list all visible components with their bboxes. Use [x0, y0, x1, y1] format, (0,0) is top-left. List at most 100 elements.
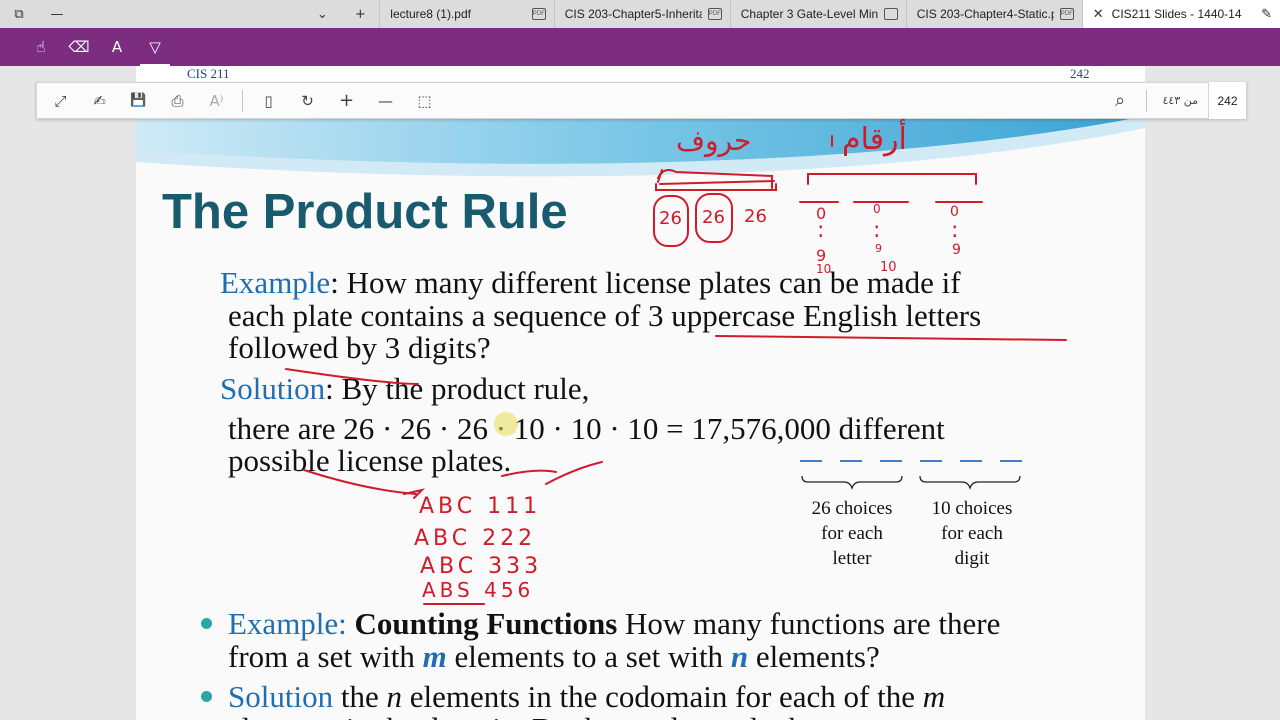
example2-line2: from a set with m elements to a set with…: [228, 639, 880, 675]
bullet: [201, 618, 212, 629]
caption-line: 26 choices: [811, 498, 893, 519]
slide-title: The Product Rule: [162, 185, 568, 239]
slide-page-number: 242: [1070, 66, 1090, 81]
example1-text: : How many different license plates can …: [330, 265, 961, 300]
pdf-icon: PDF: [1059, 8, 1074, 20]
example-label: Example: [220, 265, 331, 300]
solution2-line1: Solution the n elements in the codomain …: [228, 679, 945, 715]
eraser-icon[interactable]: ⌫: [60, 28, 98, 66]
restore-window-icon[interactable]: ⧉: [0, 0, 38, 28]
variable-n: n: [730, 639, 749, 674]
variable-n: n: [386, 679, 402, 714]
tab-label: CIS 203-Chapter5-Inheritan: [564, 7, 702, 21]
print-icon[interactable]: ⎙: [158, 82, 197, 119]
window-icon: [883, 8, 898, 20]
solution-label: Solution: [220, 371, 326, 406]
solution1-text: : By the product rule,: [325, 371, 590, 406]
pdf-toolbar: ⤢ ✍ 💾 ⎙ A⁾ ▯ ↻ + — ⬚ ⌕ من ٤٤٣ 242: [36, 82, 1247, 119]
ink-row-abs-456: ABS 456: [422, 578, 535, 602]
tab-label: Chapter 3 Gate-Level Minim: [740, 7, 878, 21]
tab-cis203-chapter4[interactable]: CIS 203-Chapter4-Static.pdf PDF: [905, 0, 1082, 28]
blank-dash: [880, 460, 902, 462]
slide-header-swoosh: [136, 106, 1145, 177]
page-view-icon[interactable]: ▯: [249, 82, 288, 119]
solution2-text: elements in the codomain for each of the: [401, 679, 923, 714]
digit-choices-caption: 10 choices for each digit: [917, 496, 1027, 571]
slide-page: CIS 211 242 The Product Rule Example: Ho…: [136, 66, 1145, 720]
blank-dash: [960, 460, 982, 462]
zoom-in-icon[interactable]: +: [327, 82, 366, 119]
caption-line: 10 choices: [931, 498, 1013, 519]
zoom-out-icon[interactable]: —: [366, 82, 405, 119]
browser-tab-bar: ⧉ — ⌄ + lecture8 (1).pdf PDF CIS 203-Cha…: [0, 0, 1280, 28]
solution2-line2: elements in the domain. By the product r…: [228, 711, 842, 720]
new-tab-icon[interactable]: +: [341, 0, 379, 28]
blank-dash: [1000, 460, 1022, 462]
example1-line1: Example: How many different license plat…: [220, 265, 961, 301]
ink-third-26: 26: [744, 206, 767, 227]
ink-dots: :: [817, 218, 825, 243]
tab-label: CIS211 Slides - 1440-14: [1111, 7, 1242, 21]
bullet: [201, 691, 212, 702]
ink-ten: 10: [816, 262, 832, 276]
page-count-label: من ٤٤٣: [1162, 94, 1199, 107]
rotate-icon[interactable]: ↻: [288, 82, 327, 119]
blank-dash: [920, 460, 942, 462]
solution1-line1: Solution: By the product rule,: [220, 371, 589, 407]
tab-list-chevron-icon[interactable]: ⌄: [303, 0, 341, 28]
ink-row-abc-333: ABC 333: [420, 554, 543, 579]
example2-bold-title: Counting Functions: [354, 606, 618, 641]
tab-label: lecture8 (1).pdf: [390, 7, 471, 21]
pen-icon: ✎: [1261, 6, 1272, 21]
ink-arabic-letters: حروف: [676, 124, 752, 157]
ink-box-26: 26: [659, 208, 682, 229]
solution2-text: the: [333, 679, 387, 714]
tab-lecture8[interactable]: lecture8 (1).pdf PDF: [379, 0, 553, 28]
ink-row-abc-111: ABC 111: [419, 494, 542, 519]
variable-m: m: [922, 679, 946, 714]
slide-header-strip: [136, 66, 1145, 82]
example1-line3: followed by 3 digits?: [228, 330, 491, 365]
touch-writing-icon[interactable]: ☝: [22, 28, 60, 66]
letter-choices-caption: 26 choices for each letter: [797, 496, 907, 571]
pdf-page-area[interactable]: CIS 211 242 The Product Rule Example: Ho…: [0, 66, 1280, 720]
slide-course-label: CIS 211: [187, 66, 230, 81]
example2-line1: Example: Counting Functions How many fun…: [228, 606, 1000, 642]
pen-tool-icon[interactable]: ▽: [136, 28, 174, 66]
search-icon[interactable]: ⌕: [1101, 82, 1140, 119]
example-label: Example:: [228, 606, 347, 641]
tab-chapter3-gate-level[interactable]: Chapter 3 Gate-Level Minim: [729, 0, 906, 28]
caption-line: for each: [821, 523, 883, 544]
pdf-icon: PDF: [531, 8, 546, 20]
ink-arabic-digits: أرقام: [842, 122, 907, 157]
save-icon[interactable]: 💾: [119, 82, 158, 119]
ink-toolbar: ☝ ⌫ A ▽: [0, 28, 1280, 66]
example1-line2: each plate contains a sequence of 3 uppe…: [228, 298, 982, 333]
minimize-tabs-icon[interactable]: —: [38, 0, 76, 28]
tab-label: CIS 203-Chapter4-Static.pdf: [916, 7, 1054, 21]
expand-icon[interactable]: ⤢: [41, 82, 80, 119]
tab-cis211-slides[interactable]: ✕ CIS211 Slides - 1440-14 ✎: [1081, 0, 1280, 28]
draw-icon[interactable]: ✍: [80, 82, 119, 119]
highlighter-icon[interactable]: A: [98, 28, 136, 66]
example2-text: elements to a set with: [446, 639, 731, 674]
close-tab-icon[interactable]: ✕: [1093, 6, 1104, 22]
ink-row-abc-222: ABC 222: [414, 526, 537, 551]
page-number-input[interactable]: 242: [1208, 82, 1246, 119]
example2-text: elements?: [748, 639, 880, 674]
tab-cis203-chapter5[interactable]: CIS 203-Chapter5-Inheritan PDF: [553, 0, 730, 28]
choice-braces: [801, 475, 1021, 491]
ink-ten: 10: [880, 260, 897, 275]
read-aloud-icon[interactable]: A⁾: [197, 82, 236, 119]
fit-page-icon[interactable]: ⬚: [405, 82, 444, 119]
caption-line: letter: [832, 548, 872, 569]
example2-text: How many functions are there: [617, 606, 1001, 641]
toolbar-separator: [242, 89, 243, 112]
laser-pointer-highlight: [494, 412, 518, 436]
ink-nine: 9: [952, 242, 961, 258]
solution1-line3: possible license plates.: [228, 443, 512, 478]
solution-label: Solution: [228, 679, 334, 714]
solution1-line2: there are 26 · 26 · 26 · 10 · 10 · 10 = …: [228, 411, 945, 446]
variable-m: m: [422, 639, 447, 674]
choices-figure: 26 choices for each letter 10 choices fo…: [796, 460, 1026, 570]
